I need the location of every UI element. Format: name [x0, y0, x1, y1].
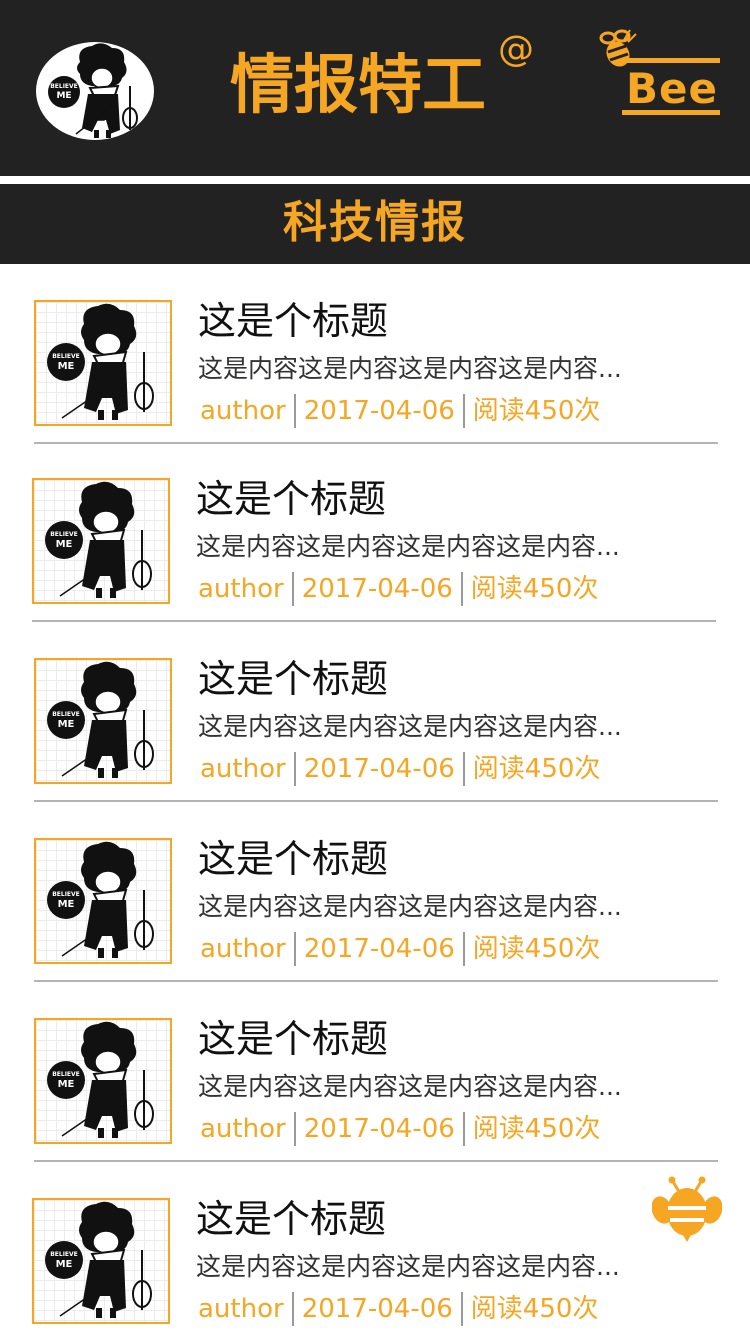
news-thumbnail: BELIEVE ME [34, 658, 172, 784]
news-meta: author 2017-04-06 阅读450次 [198, 1291, 598, 1327]
news-date: 2017-04-06 [303, 934, 455, 964]
meta-divider [291, 572, 294, 606]
bee-logo[interactable]: Bee [596, 28, 722, 120]
news-author: author [200, 1114, 286, 1144]
thumbnail-badge-line1: BELIEVE [50, 531, 78, 538]
news-date: 2017-04-06 [303, 754, 455, 784]
news-summary: 这是内容这是内容这是内容这是内容... [198, 712, 622, 741]
news-summary: 这是内容这是内容这是内容这是内容... [196, 1252, 620, 1281]
meta-divider [462, 1112, 465, 1146]
news-reads: 阅读450次 [472, 934, 601, 964]
news-date: 2017-04-06 [303, 396, 455, 426]
news-summary: 这是内容这是内容这是内容这是内容... [196, 532, 620, 561]
news-reads: 阅读450次 [472, 1114, 601, 1144]
news-author: author [200, 934, 286, 964]
app-title: 情报特工 @ [230, 30, 560, 126]
thumbnail-badge-line2: ME [57, 1079, 75, 1090]
news-thumbnail: BELIEVE ME [34, 838, 172, 964]
news-summary: 这是内容这是内容这是内容这是内容... [198, 892, 622, 921]
news-meta: author 2017-04-06 阅读450次 [200, 931, 600, 967]
news-meta: author 2017-04-06 阅读450次 [198, 571, 598, 607]
thumbnail-badge-line1: BELIEVE [52, 1071, 80, 1078]
news-author: author [200, 754, 286, 784]
news-thumbnail: BELIEVE ME [34, 300, 172, 426]
news-title: 这是个标题 [198, 299, 389, 343]
news-author: author [200, 396, 286, 426]
thumbnail-badge-line2: ME [57, 719, 75, 730]
news-title: 这是个标题 [196, 477, 387, 521]
news-reads: 阅读450次 [470, 574, 599, 604]
news-reads: 阅读450次 [470, 1294, 599, 1324]
meta-divider [462, 752, 465, 786]
news-title: 这是个标题 [198, 837, 389, 881]
news-date: 2017-04-06 [303, 1114, 455, 1144]
news-summary: 这是内容这是内容这是内容这是内容... [198, 354, 622, 383]
bee-logo-text: Bee [626, 64, 718, 113]
app-header: BELIEVE ME 情报特工 @ Bee [0, 0, 750, 176]
violinist-avatar-icon: BELIEVE ME [48, 43, 138, 138]
news-thumbnail: BELIEVE ME [34, 1018, 172, 1144]
news-list: BELIEVE ME 这是个标题 这是内容这是内容这是内容这是内容... aut… [0, 264, 750, 1334]
news-author: author [198, 574, 284, 604]
news-reads: 阅读450次 [472, 754, 601, 784]
bee-icon [651, 1176, 723, 1242]
section-title: 科技情报 [0, 184, 750, 264]
thumbnail-badge-line1: BELIEVE [52, 891, 80, 898]
news-date: 2017-04-06 [301, 1294, 453, 1324]
meta-divider [460, 572, 463, 606]
news-thumbnail: BELIEVE ME [32, 1198, 170, 1324]
meta-divider [293, 394, 296, 428]
news-item[interactable]: BELIEVE ME 这是个标题 这是内容这是内容这是内容这是内容... aut… [34, 802, 718, 982]
news-title: 这是个标题 [196, 1197, 387, 1241]
news-item[interactable]: BELIEVE ME 这是个标题 这是内容这是内容这是内容这是内容... aut… [32, 1162, 716, 1334]
meta-divider [293, 932, 296, 966]
news-author: author [198, 1294, 284, 1324]
thumbnail-badge-line2: ME [57, 899, 75, 910]
meta-divider [462, 932, 465, 966]
news-meta: author 2017-04-06 阅读450次 [200, 1111, 600, 1147]
meta-divider [462, 394, 465, 428]
news-meta: author 2017-04-06 阅读450次 [200, 751, 600, 787]
meta-divider [291, 1292, 294, 1326]
news-reads: 阅读450次 [472, 396, 601, 426]
thumbnail-badge-line2: ME [55, 1259, 73, 1270]
news-item[interactable]: BELIEVE ME 这是个标题 这是内容这是内容这是内容这是内容... aut… [34, 982, 718, 1162]
news-summary: 这是内容这是内容这是内容这是内容... [198, 1072, 622, 1101]
thumbnail-badge-line2: ME [55, 539, 73, 550]
thumbnail-badge-line1: BELIEVE [52, 353, 80, 360]
news-item[interactable]: BELIEVE ME 这是个标题 这是内容这是内容这是内容这是内容... aut… [34, 264, 718, 444]
news-date: 2017-04-06 [301, 574, 453, 604]
app-title-superscript: @ [498, 29, 534, 70]
news-item[interactable]: BELIEVE ME 这是个标题 这是内容这是内容这是内容这是内容... aut… [34, 622, 718, 802]
thumbnail-badge-line1: BELIEVE [52, 711, 80, 718]
meta-divider [293, 752, 296, 786]
thumbnail-badge-line2: ME [57, 361, 75, 372]
news-title: 这是个标题 [198, 657, 389, 701]
news-title: 这是个标题 [198, 1017, 389, 1061]
avatar[interactable]: BELIEVE ME [36, 42, 154, 140]
svg-text:BELIEVE: BELIEVE [50, 83, 78, 90]
svg-text:ME: ME [56, 91, 71, 101]
thumbnail-badge-line1: BELIEVE [50, 1251, 78, 1258]
meta-divider [460, 1292, 463, 1326]
news-item[interactable]: BELIEVE ME 这是个标题 这是内容这是内容这是内容这是内容... aut… [32, 442, 716, 622]
app-title-text: 情报特工 [230, 49, 486, 123]
news-meta: author 2017-04-06 阅读450次 [200, 393, 600, 429]
news-thumbnail: BELIEVE ME [32, 478, 170, 604]
floating-bee-button[interactable] [651, 1176, 723, 1244]
meta-divider [293, 1112, 296, 1146]
